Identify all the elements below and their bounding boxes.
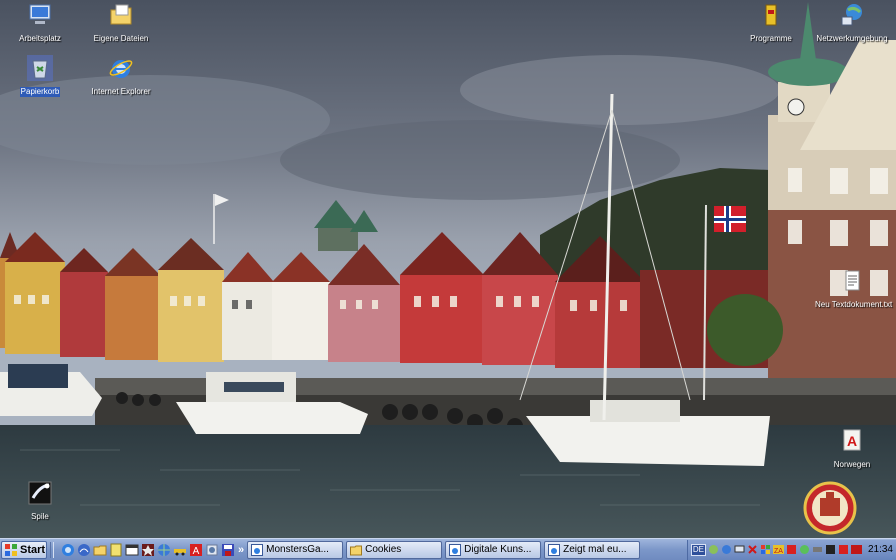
task-button-digitale-kunst[interactable]: Digitale Kuns... [445, 540, 542, 559]
desktop-icon-label: Arbeitsplatz [19, 34, 61, 43]
messenger-tray-icon[interactable] [799, 544, 810, 555]
task-button-cookies[interactable]: Cookies [346, 540, 443, 559]
ati-tray-icon[interactable] [850, 544, 862, 555]
text-document-icon [845, 270, 860, 291]
desktop-icon-label: Norwegen [833, 460, 871, 469]
acrobat-tray-icon[interactable] [786, 544, 797, 555]
task-button-zeigt-mal-euer[interactable]: Zeigt mal eu... [544, 540, 641, 559]
norwegian-flag [714, 206, 746, 232]
desktop-icon-label: Internet Explorer [91, 87, 151, 96]
desktop-icon-my-computer[interactable]: Arbeitsplatz [2, 2, 78, 46]
clock[interactable]: 21:34 [868, 544, 893, 555]
folder-icon[interactable] [93, 543, 107, 557]
start-label: Start [20, 543, 46, 556]
task-label: Cookies [365, 544, 402, 555]
display-tray-icon[interactable] [825, 544, 836, 555]
taskbar: Start A » MonstersGa... Cookies Digitale… [0, 538, 896, 560]
quick-launch-overflow-chevron[interactable]: » [238, 544, 244, 556]
language-indicator[interactable]: DE [690, 543, 706, 556]
browser-icon[interactable] [157, 543, 171, 557]
task-label: MonstersGa... [266, 544, 329, 555]
task-label: Zeigt mal eu... [563, 544, 627, 555]
svg-text:A: A [193, 546, 200, 557]
programs-folder-icon [765, 4, 777, 26]
notepad-icon[interactable] [109, 543, 123, 557]
my-documents-icon [110, 4, 132, 25]
desktop-icon-internet-explorer[interactable]: Internet Explorer [83, 55, 159, 99]
start-button[interactable]: Start [1, 540, 47, 559]
my-computer-icon [29, 4, 51, 24]
network-places-icon [841, 4, 862, 26]
desktop-icon-label: Spile [31, 512, 49, 521]
desktop-icon-norwegen-pdf[interactable]: A Norwegen [814, 428, 890, 472]
ie-window-icon [548, 543, 561, 556]
desktop-icon-spile[interactable]: Spile [2, 480, 78, 524]
task-button-monstersgame[interactable]: MonstersGa... [247, 540, 344, 559]
desktop-icon-my-documents[interactable]: Eigene Dateien [83, 2, 159, 46]
windows-logo-icon [5, 543, 17, 556]
desktop-icon-label: Neu Textdokument.txt [815, 300, 893, 309]
taskbar-separator [50, 541, 54, 558]
ie-window-icon [449, 543, 462, 556]
desktop-icon-label: Eigene Dateien [93, 34, 149, 43]
show-desktop-icon[interactable] [77, 543, 91, 557]
folder-icon [350, 545, 363, 555]
desktop-icon-text-document[interactable]: Neu Textdokument.txt [814, 268, 893, 312]
zonealarm-tray-icon[interactable]: ZA [772, 544, 784, 555]
windows-tray-icon[interactable] [760, 544, 771, 555]
bergen-coat-of-arms [803, 481, 857, 535]
desktop-icon-label: Programme [750, 34, 792, 43]
task-label: Digitale Kuns... [464, 544, 532, 555]
ie-icon[interactable] [61, 543, 75, 557]
globe-tray-icon[interactable] [721, 544, 732, 555]
system-tray: DE ZA 21:34 [686, 539, 896, 560]
ie-window-icon [251, 543, 264, 556]
svg-text:A: A [847, 433, 857, 449]
drive-tray-icon[interactable] [812, 544, 823, 555]
desktop-icon-label: Netzwerkumgebung [816, 34, 888, 43]
quick-launch-bar: A [61, 543, 235, 557]
antivirus-tray-icon[interactable] [747, 544, 758, 555]
desktop-icon-recycle-bin[interactable]: Papierkorb [2, 55, 78, 99]
svg-text:ZA: ZA [774, 548, 783, 555]
recycle-bin-icon [27, 55, 53, 81]
save-icon[interactable] [221, 543, 235, 557]
media-tray-icon[interactable] [838, 544, 849, 555]
media-icon[interactable] [141, 543, 155, 557]
app-icon[interactable] [205, 543, 219, 557]
game-icon [28, 481, 52, 505]
desktop-icon-programs[interactable]: Programme [733, 2, 809, 46]
internet-explorer-icon [109, 60, 133, 78]
desktop-icon-network-places[interactable]: Netzwerkumgebung [814, 2, 890, 46]
acrobat-document-icon: A [843, 429, 861, 451]
acrobat-icon[interactable]: A [189, 543, 203, 557]
desktop[interactable]: Arbeitsplatz Eigene Dateien Papierkorb I… [0, 0, 896, 538]
network-tray-icon[interactable] [708, 544, 719, 555]
monitor-tray-icon[interactable] [734, 544, 745, 555]
window-icon[interactable] [125, 543, 139, 557]
desktop-icon-label: Papierkorb [19, 87, 61, 97]
car-icon[interactable] [173, 543, 187, 557]
